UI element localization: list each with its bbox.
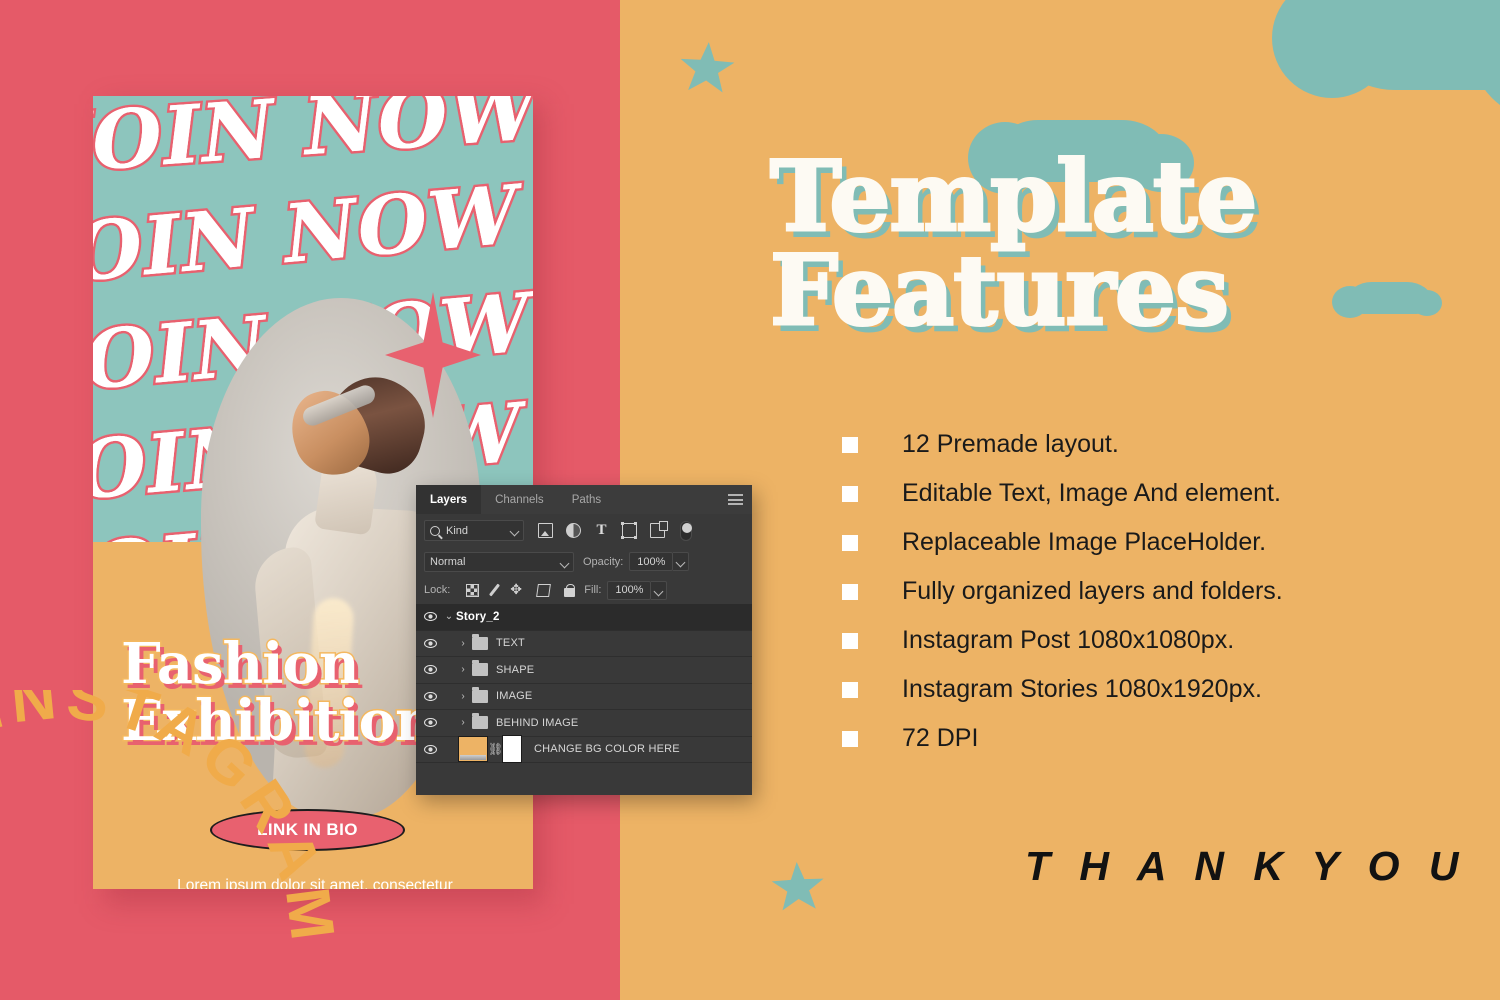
bullet-square-icon [842,632,858,649]
chevron-right-icon[interactable]: › [456,717,470,728]
panel-menu-icon[interactable] [728,494,743,505]
layer-row[interactable]: › BEHIND IMAGE [416,710,752,737]
bullet-square-icon [842,583,858,600]
feature-item-label: 12 Premade layout. [902,430,1119,458]
chevron-right-icon[interactable]: › [456,664,470,675]
eye-icon[interactable] [422,612,438,622]
feature-item-label: Fully organized layers and folders. [902,577,1283,605]
folder-icon [472,633,488,650]
bullet-square-icon [842,436,858,453]
chevron-down-icon[interactable]: ⌄ [442,611,456,622]
feature-item-label: 72 DPI [902,724,979,752]
tab-paths[interactable]: Paths [558,485,615,514]
link-in-bio-button[interactable]: LINK IN BIO [210,809,405,851]
eye-icon[interactable] [422,665,438,675]
cloud-large-icon [1272,0,1500,120]
poster-body-text: Lorem ipsum dolor sit amet, consectetur … [177,877,453,889]
filter-kind-select[interactable]: Kind [424,520,524,541]
bullet-square-icon [842,730,858,747]
tab-channels[interactable]: Channels [481,485,558,514]
feature-item: Instagram Post 1080x1080px. [842,616,1482,665]
type-filter-icon[interactable]: T [594,523,609,538]
feature-item: Replaceable Image PlaceHolder. [842,518,1482,567]
bullet-square-icon [842,534,858,551]
layer-name: SHAPE [496,663,535,676]
photoshop-layers-panel[interactable]: Layers Channels Paths Kind T Normal Opaci [416,485,752,795]
lock-paint-icon[interactable] [489,583,501,597]
layer-list[interactable]: ⌄ Story_2 › TEXT › SHAPE › IMAGE › BEHIND IMAGE ⛓ C… [416,604,752,764]
adjustment-filter-icon[interactable] [566,523,581,538]
folder-icon [472,686,488,703]
opacity-label: Opacity: [583,555,624,568]
layer-row[interactable]: ⌄ Story_2 [416,604,752,631]
thank-you-text: T H A N K Y O U [1025,843,1468,889]
eye-icon[interactable] [422,718,438,728]
fill-input[interactable]: 100% [607,580,652,600]
feature-item: Instagram Stories 1080x1920px. [842,665,1482,714]
chevron-down-icon[interactable] [509,526,520,537]
layer-mask-thumbnail[interactable] [502,735,522,764]
feature-list: 12 Premade layout. Editable Text, Image A… [842,420,1482,763]
layer-row[interactable]: › TEXT [416,631,752,657]
eye-icon[interactable] [422,691,438,701]
feature-item-label: Editable Text, Image And element. [902,479,1281,507]
layer-row[interactable]: ⛓ CHANGE BG COLOR HERE [416,735,752,764]
tab-layers[interactable]: Layers [416,485,482,514]
opacity-input[interactable]: 100% [629,552,674,571]
feature-item: Fully organized layers and folders. [842,567,1482,616]
eye-icon[interactable] [422,638,438,648]
filter-type-icons[interactable]: T [538,520,692,541]
layer-name: IMAGE [496,690,533,703]
lock-position-icon[interactable] [510,583,523,597]
bullet-square-icon [842,681,858,698]
star-bottom-icon [771,861,826,914]
lock-transparent-icon[interactable] [466,583,480,597]
feature-item-label: Replaceable Image PlaceHolder. [902,528,1267,556]
bullet-square-icon [842,485,858,502]
lock-icon-group[interactable] [466,583,576,597]
search-icon [430,525,440,536]
fill-label: Fill: [584,584,602,596]
layer-row[interactable]: › SHAPE [416,657,752,684]
blend-mode-bar[interactable]: Normal Opacity: 100% [416,547,752,576]
opacity-stepper-icon[interactable] [673,552,690,571]
feature-item: Editable Text, Image And element. [842,469,1482,518]
feature-item-label: Instagram Stories 1080x1920px. [902,675,1262,703]
lock-bar[interactable]: Lock: Fill: 100% [416,576,752,604]
layer-filter-bar[interactable]: Kind T [416,514,752,547]
layer-thumbnail[interactable] [458,736,488,763]
fill-stepper-icon[interactable] [651,580,668,600]
layer-name: BEHIND IMAGE [496,716,579,729]
chevron-right-icon[interactable]: › [456,691,470,702]
star-top-icon [678,40,735,96]
lock-label: Lock: [424,584,451,596]
blend-mode-select[interactable]: Normal [424,551,574,572]
eye-icon[interactable] [422,744,438,754]
filter-kind-label: Kind [446,524,469,537]
lock-all-icon[interactable] [564,583,576,597]
poster-preview-canvas: Template Features 12 Premade layout. Edit… [0,0,1500,1000]
feature-item-label: Instagram Post 1080x1080px. [902,626,1235,654]
smart-object-filter-icon[interactable] [650,521,668,538]
folder-icon [472,713,488,730]
lock-artboard-icon[interactable] [536,583,552,597]
page-title-line2: Features [769,234,1231,348]
layer-row[interactable]: › IMAGE [416,684,752,710]
layer-name: Story_2 [456,610,500,623]
layer-mask-link-icon[interactable]: ⛓ [488,742,503,756]
image-filter-icon[interactable] [538,523,553,538]
filter-toggle-icon[interactable] [680,520,692,541]
shape-filter-icon[interactable] [621,522,637,539]
chevron-right-icon[interactable]: › [456,638,470,649]
blend-mode-value: Normal [430,555,466,568]
chevron-down-icon[interactable] [559,558,570,568]
feature-item: 12 Premade layout. [842,420,1482,469]
panel-tab-bar[interactable]: Layers Channels Paths [416,485,752,514]
layer-name: CHANGE BG COLOR HERE [534,743,680,756]
layer-name: TEXT [496,637,525,650]
page-title: Template Features [768,147,1470,348]
feature-item: 72 DPI [842,714,1482,763]
folder-icon [472,660,488,677]
